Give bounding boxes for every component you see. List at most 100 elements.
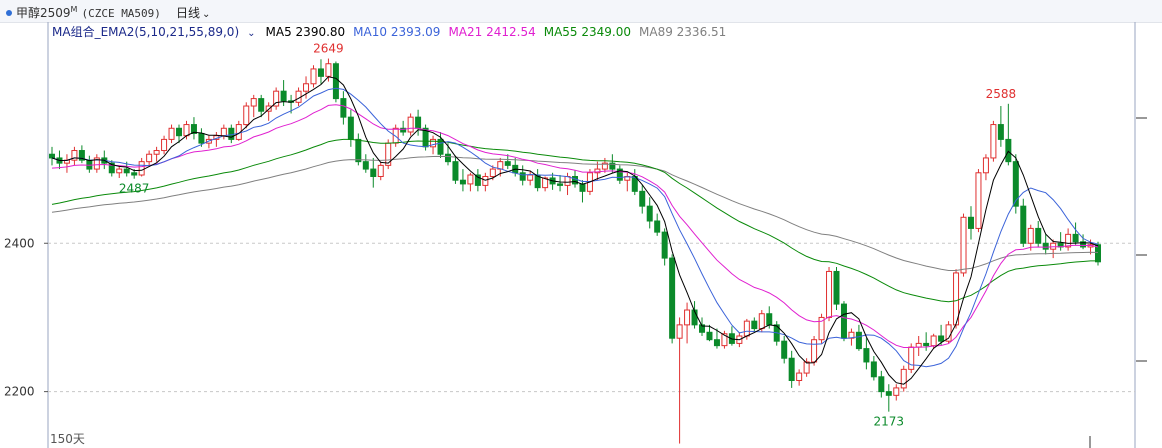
candle-body[interactable]	[250, 98, 257, 107]
candle-body[interactable]	[161, 138, 168, 152]
candle-body[interactable]	[1065, 233, 1072, 248]
candle-body[interactable]	[504, 161, 511, 166]
candle-body[interactable]	[220, 127, 227, 137]
candle-body[interactable]	[49, 153, 55, 159]
candle-body[interactable]	[1072, 233, 1079, 243]
candle-body[interactable]	[803, 361, 810, 374]
candle-body[interactable]	[863, 348, 870, 363]
candle-body[interactable]	[751, 320, 758, 330]
candle-body[interactable]	[452, 161, 459, 181]
candle-body[interactable]	[908, 346, 915, 370]
candle-body[interactable]	[407, 116, 414, 133]
candle-body[interactable]	[444, 153, 451, 163]
candle-body[interactable]	[960, 216, 967, 274]
candle-body[interactable]	[1027, 227, 1034, 244]
candle-body[interactable]	[459, 179, 466, 185]
candle-body[interactable]	[878, 376, 885, 393]
candle-body[interactable]	[1020, 205, 1027, 244]
candle-body[interactable]	[923, 342, 930, 347]
price-extreme-label: 2173	[874, 415, 905, 429]
candle-body[interactable]	[826, 270, 833, 318]
candle-body[interactable]	[669, 257, 676, 339]
candle-body[interactable]	[131, 172, 138, 176]
candle-body[interactable]	[982, 157, 989, 174]
candle-body[interactable]	[639, 190, 646, 207]
candle-body[interactable]	[1035, 227, 1042, 244]
candlestick-chart[interactable]: 2200240026492487258821302173	[0, 22, 1162, 448]
candle-body[interactable]	[915, 342, 922, 348]
candle-body[interactable]	[654, 220, 661, 233]
candle-body[interactable]	[467, 174, 474, 185]
candle-body[interactable]	[362, 161, 369, 170]
candle-body[interactable]	[415, 116, 422, 129]
candle-body[interactable]	[676, 324, 683, 339]
candle-body[interactable]	[579, 183, 586, 192]
candle-body[interactable]	[340, 98, 347, 118]
candle-body[interactable]	[355, 138, 362, 163]
candle-body[interactable]	[1042, 242, 1049, 250]
candle-body[interactable]	[975, 172, 982, 229]
candle-body[interactable]	[303, 83, 310, 92]
candle-body[interactable]	[176, 127, 183, 137]
status-dot-icon	[6, 10, 12, 16]
candle-body[interactable]	[198, 132, 205, 144]
candle-body[interactable]	[646, 205, 653, 222]
candle-body[interactable]	[280, 90, 287, 102]
candle-body[interactable]	[347, 116, 354, 140]
candle-body[interactable]	[900, 368, 907, 389]
candle-body[interactable]	[781, 340, 788, 359]
candle-body[interactable]	[684, 309, 691, 326]
symbol-title[interactable]: 甲醇2509M (CZCE MA509)	[16, 4, 161, 21]
candle-body[interactable]	[370, 168, 377, 177]
candle-body[interactable]	[766, 313, 773, 326]
candle-body[interactable]	[86, 159, 93, 170]
candle-body[interactable]	[332, 63, 339, 100]
candle-body[interactable]	[183, 124, 190, 137]
period-selector[interactable]: 日线 ⌄	[176, 4, 210, 21]
candle-body[interactable]	[572, 175, 578, 185]
candle-body[interactable]	[713, 339, 720, 347]
chevron-down-icon[interactable]: ⌄	[202, 9, 210, 20]
candle-body[interactable]	[967, 216, 974, 229]
candle-body[interactable]	[788, 357, 795, 381]
candle-body[interactable]	[430, 138, 437, 148]
candle-body[interactable]	[557, 183, 564, 186]
candle-body[interactable]	[123, 168, 130, 174]
candle-body[interactable]	[564, 175, 571, 186]
candle-body[interactable]	[870, 361, 877, 378]
candle-body[interactable]	[325, 63, 332, 77]
candle-body[interactable]	[1095, 244, 1101, 263]
candle-body[interactable]	[758, 313, 765, 330]
candle-body[interactable]	[930, 335, 937, 347]
candle-body[interactable]	[840, 303, 847, 339]
candle-body[interactable]	[796, 372, 803, 381]
candle-body[interactable]	[1005, 138, 1012, 163]
candle-body[interactable]	[243, 105, 250, 126]
candle-body[interactable]	[146, 153, 153, 163]
candle-body[interactable]	[706, 331, 713, 341]
candle-body[interactable]	[938, 335, 945, 342]
candle-body[interactable]	[990, 124, 997, 159]
candle-body[interactable]	[833, 270, 840, 305]
candle-body[interactable]	[893, 387, 900, 396]
candle-body[interactable]	[377, 164, 384, 177]
candle-body[interactable]	[310, 68, 317, 85]
candle-body[interactable]	[519, 172, 526, 181]
candle-body[interactable]	[811, 339, 818, 363]
candle-body[interactable]	[661, 231, 668, 259]
candle-body[interactable]	[997, 124, 1004, 140]
candle-body[interactable]	[743, 320, 750, 337]
candle-body[interactable]	[1012, 161, 1019, 207]
candle-body[interactable]	[1050, 242, 1057, 250]
candle-body[interactable]	[138, 161, 145, 176]
candle-body[interactable]	[482, 175, 489, 186]
candle-body[interactable]	[317, 68, 324, 77]
candle-body[interactable]	[258, 98, 265, 112]
candle-body[interactable]	[885, 391, 892, 396]
candle-body[interactable]	[168, 127, 175, 140]
candle-body[interactable]	[527, 174, 534, 181]
candle-body[interactable]	[153, 150, 160, 155]
candle-body[interactable]	[116, 168, 123, 174]
candle-body[interactable]	[489, 168, 496, 177]
candle-body[interactable]	[855, 331, 862, 350]
